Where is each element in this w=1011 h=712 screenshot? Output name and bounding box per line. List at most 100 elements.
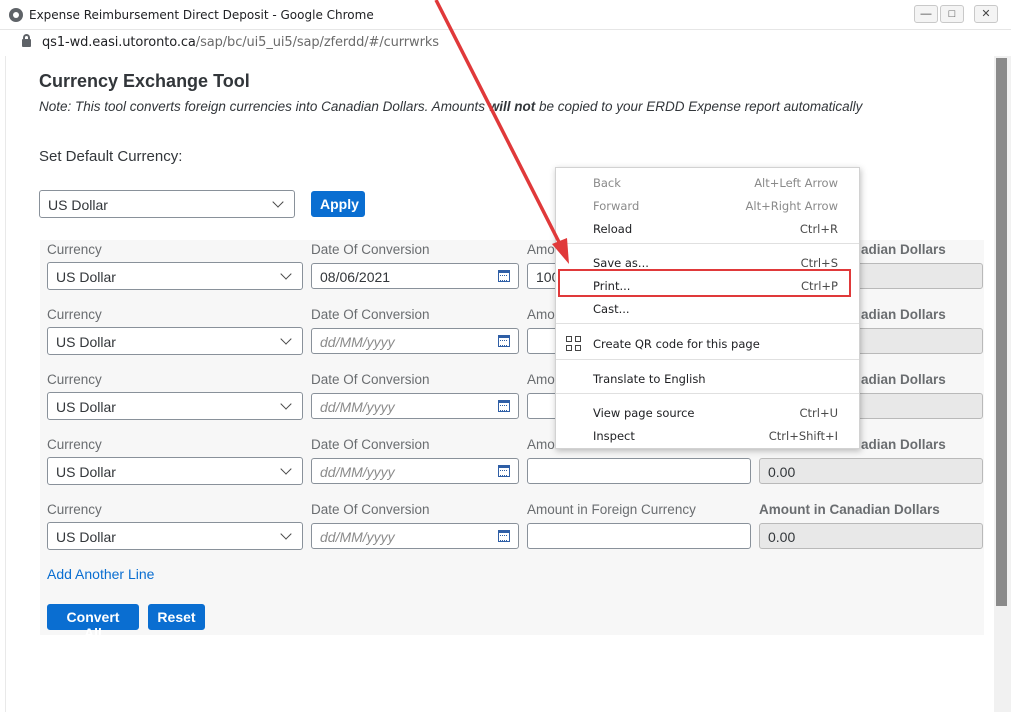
scrollbar-thumb[interactable] [996, 58, 1007, 606]
menu-item-label: Cast... [593, 302, 630, 316]
currency-label: Currency [47, 307, 102, 322]
amount-cad-label: adian Dollars [861, 437, 946, 452]
date-label: Date Of Conversion [311, 437, 430, 452]
amount-foreign-input[interactable] [527, 458, 751, 484]
calendar-icon[interactable] [498, 530, 510, 542]
amount-cad-label: adian Dollars [861, 242, 946, 257]
amount-foreign-label: Amo [527, 372, 555, 387]
amount-cad-label: adian Dollars [861, 372, 946, 387]
page-title: Currency Exchange Tool [39, 71, 250, 91]
add-another-line-link[interactable]: Add Another Line [47, 566, 154, 582]
menu-item-create-qr-code-for-this-page[interactable]: Create QR code for this page [556, 333, 859, 355]
menu-separator [556, 393, 859, 394]
menu-separator [556, 243, 859, 244]
date-value: dd/MM/yyyy [320, 529, 395, 545]
row-currency-value: US Dollar [56, 529, 116, 545]
currency-label: Currency [47, 502, 102, 517]
row-currency-value: US Dollar [56, 269, 116, 285]
row-currency-select[interactable]: US Dollar [47, 327, 303, 355]
url-host: qs1-wd.easi.utoronto.ca [42, 35, 196, 50]
menu-item-back[interactable]: Back Alt+Left Arrow [556, 172, 859, 194]
address-bar[interactable]: qs1-wd.easi.utoronto.ca/sap/bc/ui5_ui5/s… [0, 30, 1011, 56]
chrome-icon [9, 8, 23, 22]
menu-item-inspect[interactable]: Inspect Ctrl+Shift+I [556, 425, 859, 447]
currency-label: Currency [47, 372, 102, 387]
menu-item-shortcut: Ctrl+S [800, 256, 838, 270]
chevron-down-icon [280, 398, 292, 410]
calendar-icon[interactable] [498, 400, 510, 412]
menu-separator [556, 359, 859, 360]
menu-item-translate-to-english[interactable]: Translate to English [556, 368, 859, 390]
note-text-start: Note: This tool converts foreign currenc… [39, 99, 489, 114]
date-input[interactable]: dd/MM/yyyy [311, 458, 519, 484]
date-value: 08/06/2021 [320, 269, 391, 285]
date-label: Date Of Conversion [311, 372, 430, 387]
menu-item-label: Translate to English [593, 372, 706, 386]
menu-item-cast[interactable]: Cast... [556, 298, 859, 320]
date-input[interactable]: dd/MM/yyyy [311, 523, 519, 549]
print-highlight-box [558, 269, 851, 297]
amount-cad-output: 0.00 [759, 523, 983, 549]
menu-item-label: Save as... [593, 256, 649, 270]
qr-code-icon [566, 336, 581, 351]
amount-cad-value: 0.00 [768, 529, 796, 545]
date-input[interactable]: dd/MM/yyyy [311, 328, 519, 354]
maximize-button[interactable]: □ [940, 5, 964, 23]
note-text-end: be copied to your ERDD Expense report au… [535, 99, 863, 114]
amount-cad-label: Amount in Canadian Dollars [759, 502, 940, 517]
amount-cad-output: 0.00 [759, 458, 983, 484]
amount-cad-value: 0.00 [768, 464, 796, 480]
convert-all-button[interactable]: Convert All [47, 604, 139, 641]
window-title: Expense Reimbursement Direct Deposit - G… [29, 8, 374, 22]
row-currency-select[interactable]: US Dollar [47, 522, 303, 550]
row-currency-select[interactable]: US Dollar [47, 457, 303, 485]
date-label: Date Of Conversion [311, 307, 430, 322]
default-currency-value: US Dollar [48, 197, 108, 213]
amount-foreign-label: Amo [527, 437, 555, 452]
reset-button[interactable]: Reset [148, 604, 205, 630]
calendar-icon[interactable] [498, 465, 510, 477]
context-menu: Back Alt+Left Arrow Forward Alt+Right Ar… [555, 167, 860, 449]
page-note: Note: This tool converts foreign currenc… [39, 99, 862, 114]
minimize-button[interactable]: — [914, 5, 938, 23]
menu-item-label: Inspect [593, 429, 635, 443]
row-currency-value: US Dollar [56, 399, 116, 415]
date-value: dd/MM/yyyy [320, 464, 395, 480]
row-currency-value: US Dollar [56, 334, 116, 350]
amount-foreign-label: Amount in Foreign Currency [527, 502, 696, 517]
menu-item-forward[interactable]: Forward Alt+Right Arrow [556, 195, 859, 217]
calendar-icon[interactable] [498, 335, 510, 347]
menu-item-view-page-source[interactable]: View page source Ctrl+U [556, 402, 859, 424]
date-input[interactable]: dd/MM/yyyy [311, 393, 519, 419]
chevron-down-icon [280, 463, 292, 475]
close-window-button[interactable]: ✕ [974, 5, 998, 23]
menu-item-label: Reload [593, 222, 633, 236]
chevron-down-icon [280, 528, 292, 540]
date-label: Date Of Conversion [311, 502, 430, 517]
date-input[interactable]: 08/06/2021 [311, 263, 519, 289]
menu-item-label: Forward [593, 199, 640, 213]
apply-button[interactable]: Apply [311, 191, 365, 217]
chevron-down-icon [272, 196, 284, 208]
menu-item-label: Create QR code for this page [593, 337, 760, 351]
amount-foreign-input[interactable] [527, 523, 751, 549]
note-text-bold: will not [488, 99, 536, 114]
window-titlebar: Expense Reimbursement Direct Deposit - G… [0, 0, 1011, 30]
menu-item-reload[interactable]: Reload Ctrl+R [556, 218, 859, 240]
menu-item-shortcut: Alt+Right Arrow [745, 199, 838, 213]
row-currency-select[interactable]: US Dollar [47, 392, 303, 420]
url-text[interactable]: qs1-wd.easi.utoronto.ca/sap/bc/ui5_ui5/s… [42, 35, 439, 50]
menu-item-label: View page source [593, 406, 695, 420]
currency-label: Currency [47, 437, 102, 452]
menu-separator [556, 323, 859, 324]
amount-foreign-label: Amo [527, 307, 555, 322]
row-currency-select[interactable]: US Dollar [47, 262, 303, 290]
default-currency-label: Set Default Currency: [39, 148, 183, 165]
calendar-icon[interactable] [498, 270, 510, 282]
date-label: Date Of Conversion [311, 242, 430, 257]
menu-item-shortcut: Alt+Left Arrow [754, 176, 838, 190]
currency-label: Currency [47, 242, 102, 257]
url-path: /sap/bc/ui5_ui5/sap/zferdd/#/currwrks [195, 35, 439, 50]
menu-item-label: Back [593, 176, 621, 190]
default-currency-select[interactable]: US Dollar [39, 190, 295, 218]
